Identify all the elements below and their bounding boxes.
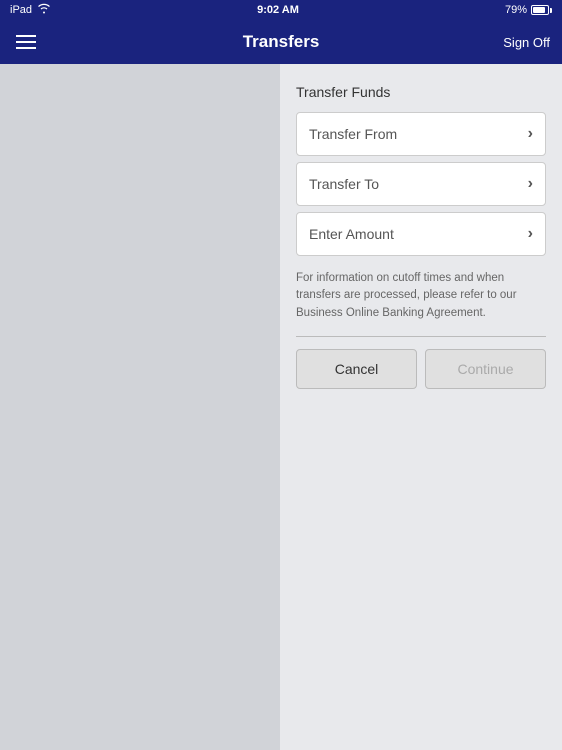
status-bar: iPad 9:02 AM 79%	[0, 0, 562, 20]
hamburger-line-3	[16, 47, 36, 49]
content-area: Transfer Funds Transfer From › Transfer …	[280, 64, 562, 750]
wifi-icon	[37, 3, 51, 17]
hamburger-line-2	[16, 41, 36, 43]
continue-button[interactable]: Continue	[425, 349, 546, 389]
main-layout: Transfer Funds Transfer From › Transfer …	[0, 64, 562, 750]
enter-amount-label: Enter Amount	[309, 226, 394, 242]
chevron-right-icon: ›	[528, 225, 533, 243]
battery-icon	[531, 5, 552, 15]
section-title: Transfer Funds	[296, 84, 546, 100]
transfer-from-field[interactable]: Transfer From ›	[296, 112, 546, 156]
status-time: 9:02 AM	[257, 4, 299, 16]
status-right: 79%	[505, 4, 552, 16]
sign-off-button[interactable]: Sign Off	[503, 35, 550, 50]
transfer-to-field[interactable]: Transfer To ›	[296, 162, 546, 206]
hamburger-line-1	[16, 35, 36, 37]
transfer-from-label: Transfer From	[309, 126, 397, 142]
divider	[296, 336, 546, 337]
chevron-right-icon: ›	[528, 125, 533, 143]
cancel-button[interactable]: Cancel	[296, 349, 417, 389]
enter-amount-field[interactable]: Enter Amount ›	[296, 212, 546, 256]
nav-bar: Transfers Sign Off	[0, 20, 562, 64]
transfer-to-label: Transfer To	[309, 176, 379, 192]
button-row: Cancel Continue	[296, 349, 546, 389]
info-text: For information on cutoff times and when…	[296, 270, 546, 322]
sidebar	[0, 64, 280, 750]
device-label: iPad	[10, 4, 32, 16]
status-left: iPad	[10, 3, 51, 17]
page-title: Transfers	[243, 32, 320, 52]
battery-pct-label: 79%	[505, 4, 527, 16]
menu-button[interactable]	[12, 31, 40, 53]
chevron-right-icon: ›	[528, 175, 533, 193]
